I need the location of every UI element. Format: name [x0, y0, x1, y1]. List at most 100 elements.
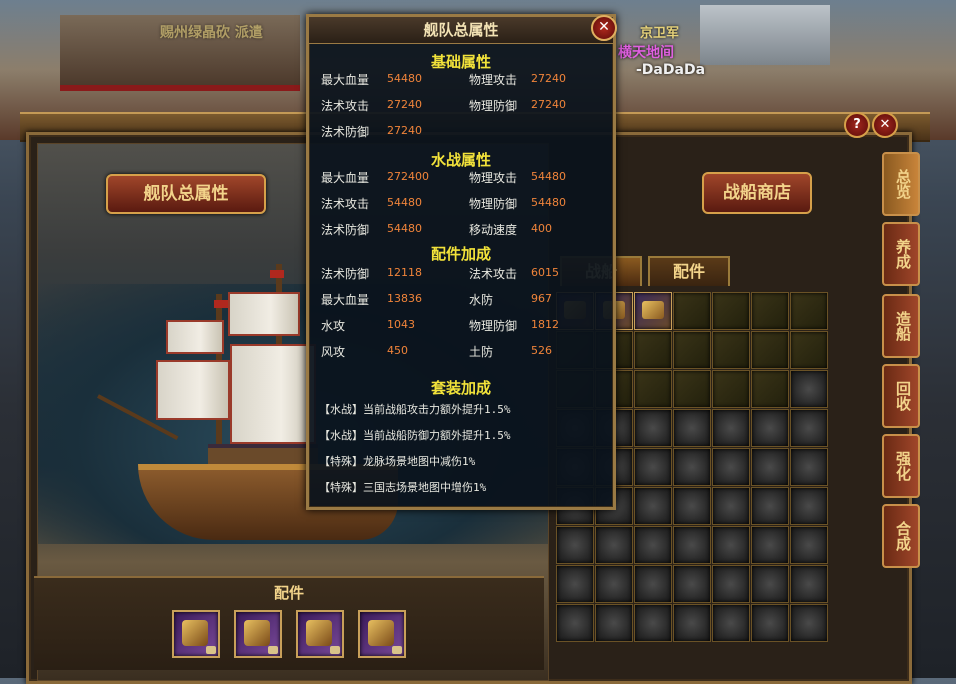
inventory-slot[interactable]: [712, 331, 750, 369]
inventory-slot-locked: [673, 526, 711, 564]
inventory-slot[interactable]: [634, 331, 672, 369]
part-slot[interactable]: [172, 610, 220, 658]
stat-label: 法术防御: [321, 267, 370, 281]
parts-title: 配件: [273, 584, 304, 602]
inventory-slot[interactable]: [751, 331, 789, 369]
set-bonus-title: 套装加成: [430, 379, 491, 397]
inventory-slot-locked: [712, 487, 750, 525]
warship-shop-button[interactable]: 战船商店: [702, 172, 812, 214]
fleet-attributes-popup: 舰队总属性 ✕ 基础属性 最大血量 54480 物理攻击 27240 法术攻击 …: [306, 14, 617, 510]
inventory-slot-locked: [790, 409, 828, 447]
inventory-slot[interactable]: [790, 331, 828, 369]
inventory-slot-locked: [634, 604, 672, 642]
side-tab-enhance[interactable]: 强化: [882, 434, 920, 498]
inventory-slot[interactable]: [751, 292, 789, 330]
inventory-slot-locked: [673, 487, 711, 525]
side-tab-recycle[interactable]: 回收: [882, 364, 920, 428]
stat-label: 物理防御: [469, 99, 518, 113]
stat-label: 法术防御: [321, 125, 370, 139]
stat-label: 最大血量: [321, 73, 370, 87]
ship-sail: [156, 360, 230, 420]
inventory-item[interactable]: [634, 292, 672, 330]
stat-value: 54480: [387, 222, 422, 235]
set-bonus-line: 【特殊】三国志场景地图中增伤1%: [319, 481, 487, 494]
inventory-slot[interactable]: [751, 370, 789, 408]
inventory-slot-locked: [556, 565, 594, 603]
inventory-slot-locked: [712, 448, 750, 486]
inventory-slot-locked: [712, 526, 750, 564]
help-button[interactable]: ?: [844, 112, 870, 138]
stat-value: 54480: [387, 72, 422, 85]
part-slot[interactable]: [234, 610, 282, 658]
stat-value: 12118: [387, 266, 422, 279]
stat-label: 物理防御: [469, 319, 518, 333]
player-guild-name: 横天地间: [618, 45, 674, 61]
inventory-slot[interactable]: [790, 292, 828, 330]
stat-label: 物理防御: [469, 197, 518, 211]
inventory-slot-locked: [790, 526, 828, 564]
fleet-attributes-button[interactable]: 舰队总属性: [106, 174, 266, 214]
side-tab-overview[interactable]: 总览: [882, 152, 920, 216]
stat-value: 450: [387, 344, 408, 357]
inventory-slot[interactable]: [634, 370, 672, 408]
inventory-slot-locked: [673, 448, 711, 486]
inventory-slot-locked: [595, 565, 633, 603]
ship-sail: [230, 344, 316, 444]
inventory-slot-locked: [673, 604, 711, 642]
inventory-slot-locked: [556, 526, 594, 564]
inventory-slot-locked: [751, 604, 789, 642]
part-slot[interactable]: [358, 610, 406, 658]
inventory-slot[interactable]: [673, 292, 711, 330]
stat-label: 物理攻击: [469, 73, 518, 87]
player-name-left: 赐州绿晶砍 派遣: [160, 25, 263, 41]
stat-value: 272400: [387, 170, 429, 183]
inventory-slot-locked: [556, 604, 594, 642]
inventory-slot[interactable]: [712, 292, 750, 330]
side-tab-build[interactable]: 造船: [882, 294, 920, 358]
inventory-slot[interactable]: [712, 370, 750, 408]
inventory-slot[interactable]: [673, 331, 711, 369]
inventory-slot-locked: [751, 448, 789, 486]
stat-value: 27240: [531, 72, 566, 85]
inventory-slot-locked: [595, 604, 633, 642]
popup-title: 舰队总属性: [309, 17, 613, 44]
stat-value: 27240: [387, 124, 422, 137]
tab-parts[interactable]: 配件: [648, 256, 730, 286]
inventory-slot-locked: [751, 526, 789, 564]
stat-value: 54480: [387, 196, 422, 209]
inventory-slot-locked: [751, 565, 789, 603]
inventory-slot[interactable]: [673, 370, 711, 408]
background-tent: [700, 5, 830, 65]
inventory-slot-locked: [790, 565, 828, 603]
lock-icon: [206, 646, 216, 654]
stat-value: 967: [531, 292, 552, 305]
ship-flag: [270, 270, 284, 278]
inventory-slot-locked: [673, 565, 711, 603]
set-bonus-line: 【水战】当前战船防御力额外提升1.5%: [319, 429, 511, 442]
popup-close-button[interactable]: ✕: [591, 15, 617, 41]
side-tab-upgrade[interactable]: 养成: [882, 222, 920, 286]
part-icon: [306, 620, 332, 646]
inventory-slot-locked: [673, 409, 711, 447]
window-close-button[interactable]: ✕: [872, 112, 898, 138]
stat-value: 400: [531, 222, 552, 235]
equipped-parts-bar: 配件: [34, 576, 544, 670]
inventory-slot-locked: [751, 409, 789, 447]
stat-value: 526: [531, 344, 552, 357]
stat-label: 法术攻击: [321, 99, 370, 113]
stat-value: 54480: [531, 170, 566, 183]
ship-sail: [166, 320, 224, 354]
part-icon: [368, 620, 394, 646]
inventory-slot-locked: [634, 565, 672, 603]
stat-label: 最大血量: [321, 171, 370, 185]
lock-icon: [392, 646, 402, 654]
set-bonus-line: 【水战】当前战船攻击力额外提升1.5%: [319, 403, 511, 416]
side-tab-synthesize[interactable]: 合成: [882, 504, 920, 568]
inventory-slot-locked: [634, 526, 672, 564]
stat-value: 1043: [387, 318, 415, 331]
inventory-slot-locked: [790, 604, 828, 642]
inventory-slot-locked: [634, 448, 672, 486]
stat-value: 27240: [531, 98, 566, 111]
inventory-slot-locked: [712, 409, 750, 447]
part-slot[interactable]: [296, 610, 344, 658]
